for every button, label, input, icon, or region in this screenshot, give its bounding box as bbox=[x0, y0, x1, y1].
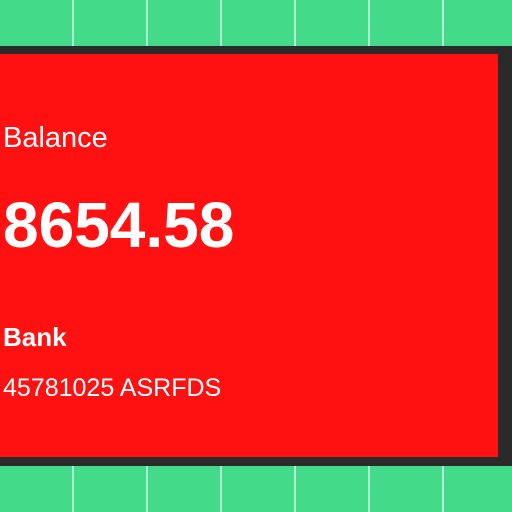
bank-label: Bank bbox=[3, 322, 67, 352]
balance-card: Balance 8654.58 Bank 45781025 ASRFDS bbox=[0, 46, 512, 466]
balance-label: Balance bbox=[3, 122, 108, 154]
balance-amount: 8654.58 bbox=[3, 189, 235, 261]
account-info: 45781025 ASRFDS bbox=[3, 374, 222, 402]
tile-strip-top bbox=[0, 0, 512, 46]
tile-strip-bottom bbox=[0, 466, 512, 512]
